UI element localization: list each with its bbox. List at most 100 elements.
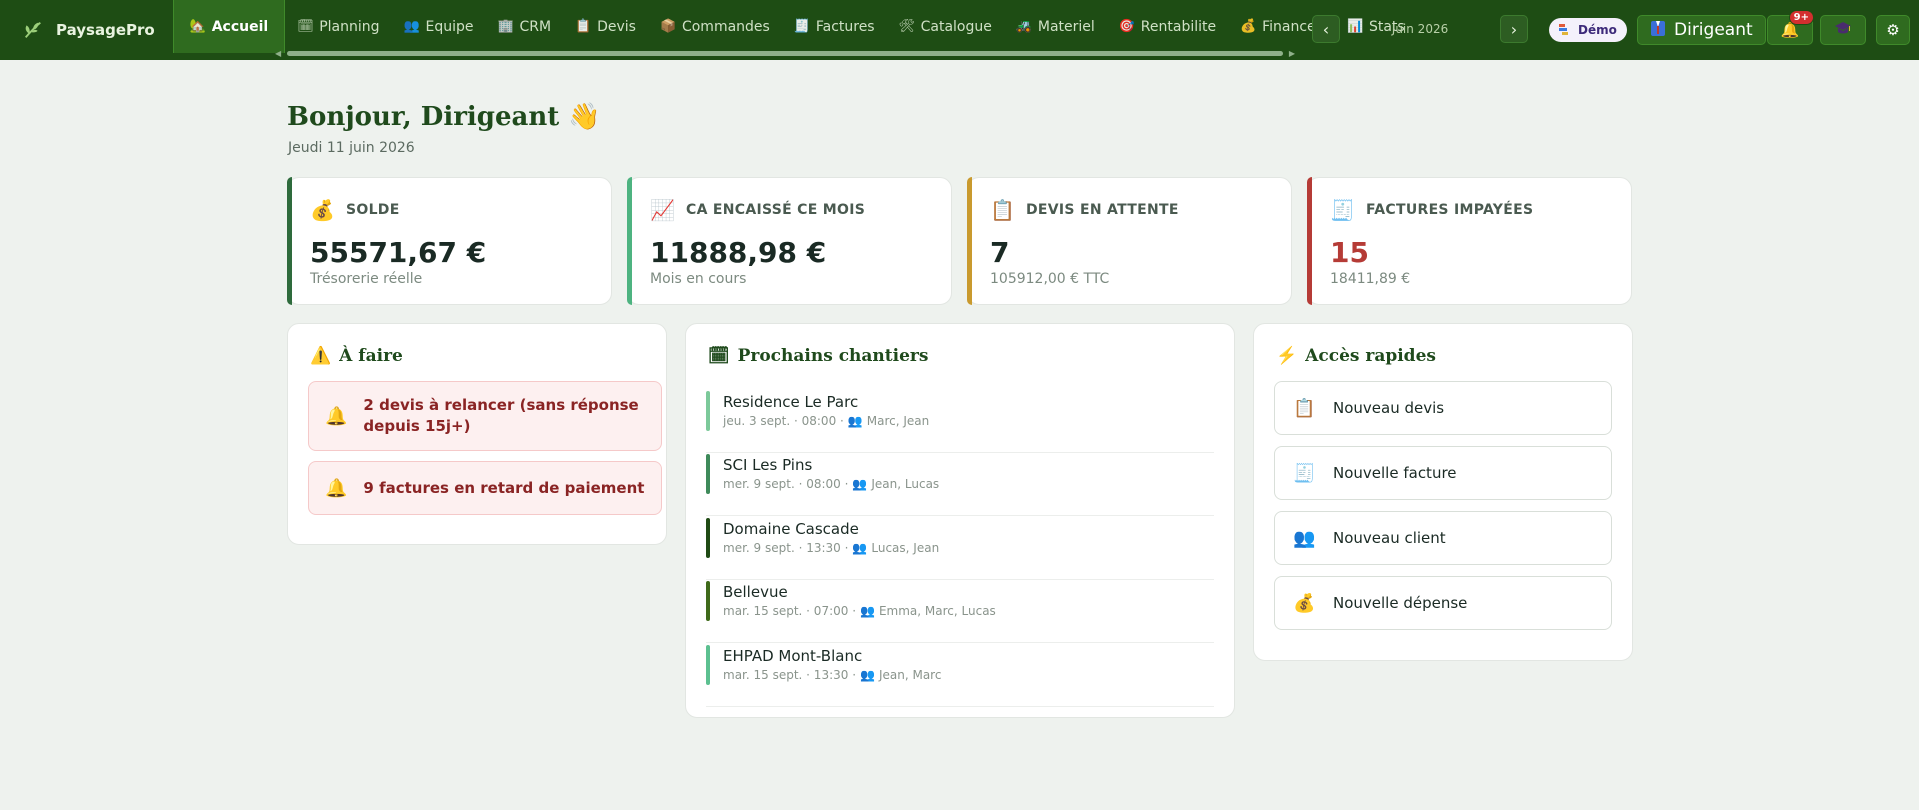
settings-button[interactable]: ⚙ [1876, 15, 1910, 45]
calendar-icon: 🗓 [297, 19, 314, 34]
kpi-subtitle: 18411,89 € [1330, 271, 1411, 287]
tractor-icon: 🚜 [1015, 19, 1033, 34]
chantier-meta: mer. 9 sept. · 13:30 · 👥 Lucas, Jean [723, 541, 939, 555]
tutorial-button[interactable] [1820, 15, 1866, 45]
nav-item-equipe[interactable]: 👥 Equipe [392, 0, 486, 53]
nav-scrollbar[interactable]: ◀ ▶ [275, 50, 1295, 58]
todo-item-factures-retard[interactable]: 🔔 9 factures en retard de paiement [308, 461, 662, 515]
kpi-card-solde[interactable]: 💰 SOLDE 55571,67 € Trésorerie réelle [287, 177, 612, 305]
top-navbar: PaysagePro 🏡 Accueil 🗓 Planning 👥 Equipe 🏢 C… [0, 0, 1919, 60]
notifications-button[interactable]: 🔔 9+ [1767, 10, 1814, 45]
building-icon: 🏢 [497, 19, 514, 34]
chantier-item[interactable]: Bellevue mar. 15 sept. · 07:00 · 👥 Emma, M… [706, 579, 1214, 643]
quick-access-title: ⚡ Accès rapides [1276, 346, 1436, 366]
scrollbar-thumb[interactable] [287, 51, 1283, 56]
clipboard-icon: 📋 [990, 198, 1015, 222]
nav-label: CRM [519, 18, 552, 35]
receipt-icon: 🧾 [1293, 462, 1316, 484]
chantier-item[interactable]: SCI Les Pins mer. 9 sept. · 08:00 · 👥 Jean… [706, 452, 1214, 516]
money-bag-icon: 💰 [1293, 592, 1316, 614]
nav-item-factures[interactable]: 🧾 Factures [782, 0, 887, 53]
scroll-left-icon[interactable]: ◀ [275, 50, 281, 58]
nav-item-accueil[interactable]: 🏡 Accueil [172, 0, 286, 53]
lightning-icon: ⚡ [1276, 346, 1298, 366]
nav-label: Commandes [681, 18, 770, 35]
kpi-value: 15 [1330, 236, 1369, 269]
new-devis-button[interactable]: 📋 Nouveau devis [1274, 381, 1612, 435]
quick-access-title-text: Accès rapides [1305, 346, 1436, 366]
todo-title-text: À faire [339, 346, 403, 366]
demo-badge[interactable]: Démo [1549, 18, 1627, 42]
clipboard-icon: 📋 [1293, 397, 1316, 419]
nav-label: Catalogue [920, 18, 992, 35]
todo-item-text: 2 devis à relancer (sans réponse depuis … [363, 396, 639, 435]
kpi-subtitle: Mois en cours [650, 271, 747, 287]
kpi-card-ca-encaisse[interactable]: 📈 CA ENCAISSÉ CE MOIS 11888,98 € Mois en … [627, 177, 952, 305]
nav-item-crm[interactable]: 🏢 CRM [486, 0, 564, 53]
kpi-value: 55571,67 € [310, 236, 487, 269]
prev-month-button[interactable]: ‹ [1312, 15, 1340, 43]
new-facture-button[interactable]: 🧾 Nouvelle facture [1274, 446, 1612, 500]
chantier-name: Bellevue [723, 583, 788, 601]
nav-label: Factures [815, 18, 875, 35]
app-name: PaysagePro [56, 21, 155, 39]
nav-item-commandes[interactable]: 📦 Commandes [648, 0, 782, 53]
todo-item-devis-relance[interactable]: 🔔 2 devis à relancer (sans réponse depui… [308, 381, 662, 451]
scroll-right-icon[interactable]: ▶ [1289, 50, 1295, 58]
nav-label: Accueil [211, 18, 269, 35]
nav-label: Equipe [425, 18, 474, 35]
next-month-button[interactable]: › [1500, 15, 1528, 43]
month-navigator: ‹ Juin 2026 › [1312, 15, 1528, 43]
team-icon: 👥 [852, 477, 868, 491]
chantier-color-bar [706, 581, 710, 621]
chantiers-title-text: Prochains chantiers [737, 346, 929, 366]
kpi-label: DEVIS EN ATTENTE [1026, 202, 1179, 218]
kpi-subtitle: 105912,00 € TTC [990, 271, 1110, 287]
kpi-label: SOLDE [346, 202, 400, 218]
tools-icon: 🛠 [898, 19, 916, 34]
chantier-datetime: jeu. 3 sept. · 08:00 · [723, 414, 844, 428]
chantier-item[interactable]: Residence Le Parc jeu. 3 sept. · 08:00 ·… [706, 389, 1214, 453]
chantier-item[interactable]: EHPAD Mont-Blanc mar. 15 sept. · 13:30 ·… [706, 643, 1214, 707]
nav-label: Rentabilite [1140, 18, 1217, 35]
chantier-color-bar [706, 454, 710, 494]
current-date: Jeudi 11 juin 2026 [288, 140, 415, 156]
chantier-datetime: mar. 15 sept. · 07:00 · [723, 604, 857, 618]
nav-item-planning[interactable]: 🗓 Planning [285, 0, 391, 53]
chantier-item[interactable]: Domaine Cascade mer. 9 sept. · 13:30 · 👥 L… [706, 516, 1214, 580]
calendar-icon: 🗓 [708, 346, 730, 366]
receipt-icon: 🧾 [793, 19, 811, 34]
people-icon: 👥 [1293, 527, 1316, 549]
leaf-logo-icon [20, 17, 46, 43]
kpi-card-factures-impayees[interactable]: 🧾 FACTURES IMPAYÉES 15 18411,89 € [1307, 177, 1632, 305]
chantier-color-bar [706, 518, 710, 558]
nav-label: Devis [597, 18, 636, 35]
role-selector-button[interactable]: Dirigeant [1637, 15, 1766, 45]
nav-item-devis[interactable]: 📋 Devis [563, 0, 648, 53]
chantier-datetime: mer. 9 sept. · 08:00 · [723, 477, 849, 491]
new-client-button[interactable]: 👥 Nouveau client [1274, 511, 1612, 565]
chantier-name: EHPAD Mont-Blanc [723, 647, 863, 665]
chantier-team: Lucas, Jean [871, 541, 940, 555]
nav-label: Materiel [1037, 18, 1095, 35]
chart-up-icon: 📈 [650, 198, 675, 222]
brand[interactable]: PaysagePro [0, 0, 173, 60]
package-icon: 📦 [659, 19, 677, 34]
chantier-meta: jeu. 3 sept. · 08:00 · 👥 Marc, Jean [723, 414, 929, 428]
kpi-card-devis-en-attente[interactable]: 📋 DEVIS EN ATTENTE 7 105912,00 € TTC [967, 177, 1292, 305]
house-icon: 🏡 [189, 19, 206, 34]
chantier-meta: mer. 9 sept. · 08:00 · 👥 Jean, Lucas [723, 477, 939, 491]
nav-item-rentabilite[interactable]: 🎯 Rentabilite [1107, 0, 1228, 53]
chantier-datetime: mer. 9 sept. · 13:30 · [723, 541, 849, 555]
quick-label: Nouvelle dépense [1333, 594, 1468, 612]
warning-icon: ⚠️ [310, 346, 332, 366]
suit-icon [1650, 19, 1666, 42]
kpi-value: 7 [990, 236, 1010, 269]
nav-item-materiel[interactable]: 🚜 Materiel [1004, 0, 1107, 53]
chantier-meta: mar. 15 sept. · 07:00 · 👥 Emma, Marc, Luca… [723, 604, 996, 618]
people-icon: 👥 [403, 19, 420, 34]
chantier-name: Residence Le Parc [723, 393, 859, 411]
new-depense-button[interactable]: 💰 Nouvelle dépense [1274, 576, 1612, 630]
nav-item-catalogue[interactable]: 🛠 Catalogue [887, 0, 1004, 53]
chantier-team: Marc, Jean [866, 414, 930, 428]
